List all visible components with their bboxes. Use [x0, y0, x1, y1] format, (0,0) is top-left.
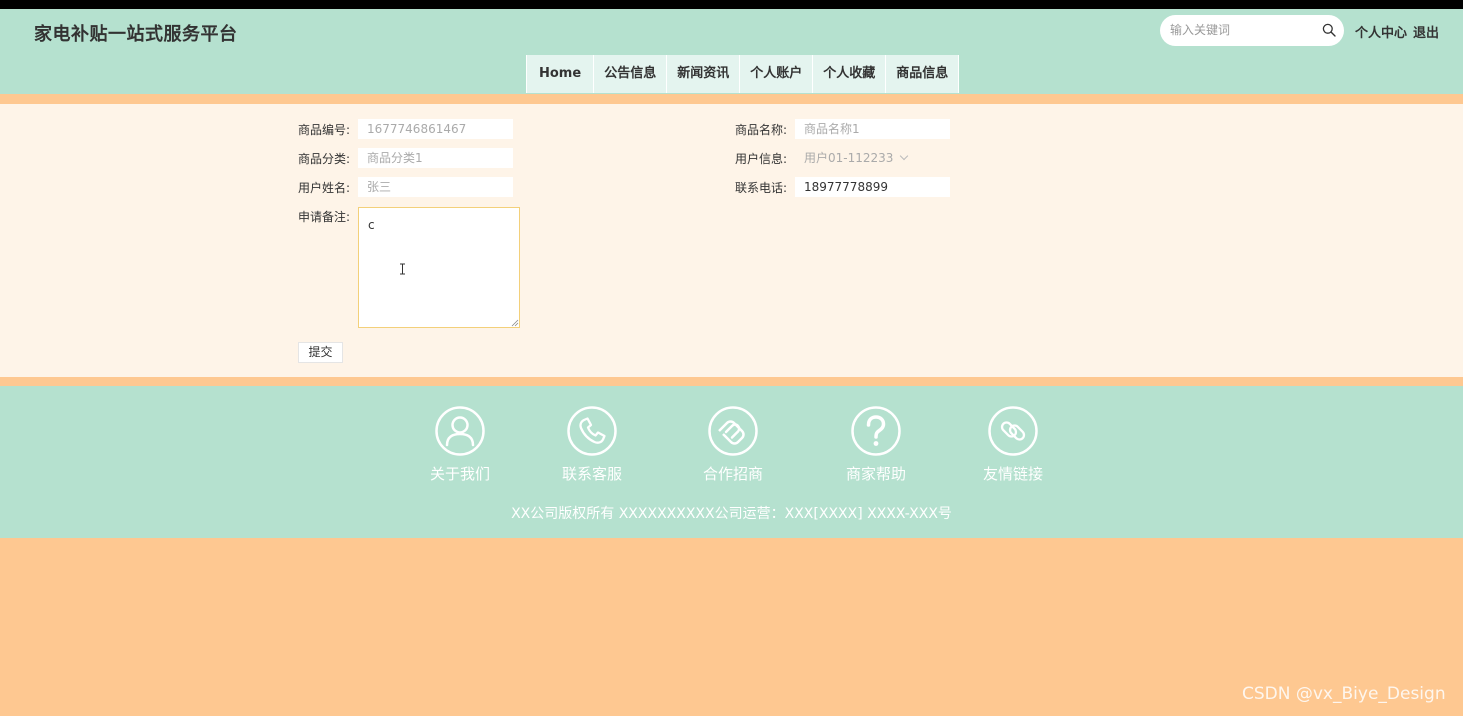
resize-grip-icon[interactable] [511, 319, 519, 327]
user-name-label: 用户姓名: [298, 181, 351, 195]
user-name-field[interactable]: 张三 [358, 177, 513, 197]
user-info-select[interactable]: 用户01-112233 [795, 148, 920, 168]
question-icon [851, 406, 901, 456]
nav-home[interactable]: Home [527, 55, 595, 93]
link-icon [988, 406, 1038, 456]
search-box [1160, 15, 1344, 46]
submit-button[interactable]: 提交 [298, 342, 343, 363]
footer-label-help: 商家帮助 [845, 465, 906, 483]
product-category-label: 商品分类: [298, 152, 351, 166]
nav-announcements[interactable]: 公告信息 [594, 55, 668, 93]
search-icon[interactable] [1322, 23, 1336, 37]
window-top-strip [0, 0, 1463, 9]
phone-field[interactable]: 18977778899 [795, 177, 950, 197]
user-icon [435, 406, 485, 456]
user-info-label: 用户信息: [735, 152, 788, 166]
chevron-down-icon [900, 151, 909, 161]
footer-label-cooperation: 合作招商 [702, 465, 763, 483]
header: 家电补贴一站式服务平台 个人中心退出 Home 公告信息 新闻资讯 个人账户 个… [0, 9, 1463, 94]
nav-products[interactable]: 商品信息 [886, 55, 960, 93]
search-input[interactable] [1170, 21, 1310, 39]
product-no-field[interactable]: 1677746861467 [358, 119, 513, 139]
nav-account[interactable]: 个人账户 [740, 55, 814, 93]
product-name-field[interactable]: 商品名称1 [795, 119, 950, 139]
nav-favorites[interactable]: 个人收藏 [813, 55, 887, 93]
phone-label: 联系电话: [735, 181, 788, 195]
watermark: CSDN @vx_Biye_Design [1242, 684, 1446, 704]
footer-item-service[interactable]: 联系客服 [537, 406, 647, 484]
footer-item-help[interactable]: 商家帮助 [821, 406, 931, 484]
product-no-label: 商品编号: [298, 123, 351, 137]
nav-news[interactable]: 新闻资讯 [667, 55, 741, 93]
remark-textarea[interactable]: c [358, 207, 520, 328]
logout-link[interactable]: 退出 [1413, 26, 1439, 41]
footer-item-links[interactable]: 友情链接 [958, 406, 1068, 484]
product-category-field[interactable]: 商品分类1 [358, 148, 513, 168]
user-info-value: 用户01-112233 [804, 151, 894, 165]
footer-item-cooperation[interactable]: 合作招商 [678, 406, 788, 484]
copyright-text: XX公司版权所有 XXXXXXXXXX公司运营：XXX[XXXX] XXXX-X… [511, 506, 952, 522]
footer-label-links: 友情链接 [982, 465, 1043, 483]
text-cursor-icon [400, 263, 405, 275]
footer-item-about[interactable]: 关于我们 [405, 406, 515, 484]
phone-icon [567, 406, 617, 456]
footer: 关于我们 联系客服 合作招商 商家帮助 友情链接 XX公司版权所有 XXXXXX… [0, 386, 1463, 538]
personal-center-link[interactable]: 个人中心 [1355, 26, 1407, 41]
remark-label: 申请备注: [298, 210, 351, 224]
handshake-icon [708, 406, 758, 456]
top-links: 个人中心 退出 [1355, 22, 1445, 41]
footer-label-service: 联系客服 [561, 465, 622, 483]
application-form: 商品编号: 1677746861467 商品名称: 商品名称1 商品分类: 商品… [0, 104, 1463, 377]
product-name-label: 商品名称: [735, 123, 788, 137]
footer-label-about: 关于我们 [429, 465, 490, 483]
site-title: 家电补贴一站式服务平台 [34, 24, 238, 45]
main-nav: Home 公告信息 新闻资讯 个人账户 个人收藏 商品信息 [526, 55, 960, 93]
